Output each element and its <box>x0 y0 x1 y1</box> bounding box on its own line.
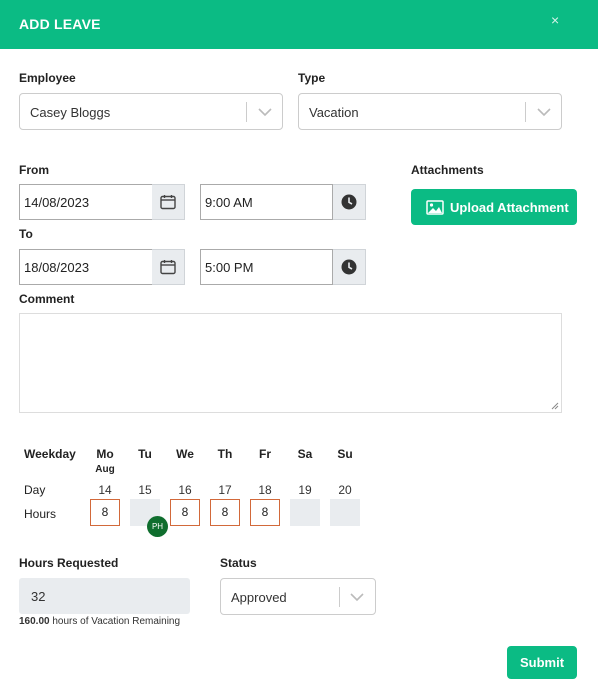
weekday-header-label: Weekday <box>24 447 76 461</box>
upload-attachment-button[interactable]: Upload Attachment <box>411 189 577 225</box>
weekday-th: Th <box>217 447 233 461</box>
weekday-fr: Fr <box>259 447 271 461</box>
to-clock-button[interactable] <box>333 249 366 285</box>
comment-label: Comment <box>19 292 75 306</box>
hours-remaining-note: 160.00 hours of Vacation Remaining <box>19 616 180 627</box>
image-icon <box>426 200 444 215</box>
chevron-down-icon[interactable] <box>258 107 272 117</box>
select-separator <box>339 587 340 607</box>
hours-requested-label: Hours Requested <box>19 556 119 570</box>
clock-icon <box>341 194 357 210</box>
to-date-value: 18/08/2023 <box>24 260 90 275</box>
hours-input-fr[interactable]: 8 <box>250 499 280 526</box>
select-separator <box>246 102 247 122</box>
clock-icon <box>341 259 357 275</box>
to-date-input[interactable]: 18/08/2023 <box>19 249 153 285</box>
day-number: 17 <box>218 483 232 497</box>
chevron-down-icon[interactable] <box>350 592 364 602</box>
to-label: To <box>19 227 33 241</box>
from-clock-button[interactable] <box>333 184 366 220</box>
day-row-label: Day <box>24 483 46 497</box>
hours-requested-value: 32 <box>31 589 46 604</box>
hours-disabled-sa <box>290 499 320 526</box>
weekday-su: Su <box>337 447 353 461</box>
resize-grip-icon[interactable] <box>551 402 559 410</box>
public-holiday-badge: PH <box>147 516 168 537</box>
from-time-input[interactable]: 9:00 AM <box>200 184 333 220</box>
day-number: 16 <box>178 483 192 497</box>
type-select[interactable]: Vacation <box>298 93 562 130</box>
from-date-value: 14/08/2023 <box>24 195 90 210</box>
calendar-icon <box>160 260 176 275</box>
calendar-icon <box>160 195 176 210</box>
status-select[interactable]: Approved <box>220 578 376 615</box>
hours-remaining-text: hours of Vacation Remaining <box>52 616 181 627</box>
from-date-input[interactable]: 14/08/2023 <box>19 184 153 220</box>
weekday-mo: Mo <box>96 447 114 461</box>
from-label: From <box>19 163 49 177</box>
hours-input-th[interactable]: 8 <box>210 499 240 526</box>
day-number: 14 <box>98 483 112 497</box>
hours-disabled-su <box>330 499 360 526</box>
attachments-label: Attachments <box>411 163 484 177</box>
hours-row-label: Hours <box>24 507 57 521</box>
day-number: 20 <box>338 483 352 497</box>
hours-requested-field: 32 <box>19 578 190 614</box>
weekday-sa: Sa <box>297 447 313 461</box>
type-label: Type <box>298 71 326 85</box>
to-time-value: 5:00 PM <box>205 260 254 275</box>
hours-input-we[interactable]: 8 <box>170 499 200 526</box>
hours-remaining-amount: 160.00 <box>19 616 50 627</box>
day-number: 15 <box>138 483 152 497</box>
type-value: Vacation <box>309 105 359 120</box>
modal-header: ADD LEAVE × <box>0 0 598 49</box>
day-number: 18 <box>258 483 272 497</box>
chevron-down-icon[interactable] <box>537 107 551 117</box>
submit-label: Submit <box>519 655 565 670</box>
to-time-input[interactable]: 5:00 PM <box>200 249 333 285</box>
day-number: 19 <box>298 483 312 497</box>
modal-title: ADD LEAVE <box>19 16 101 32</box>
submit-button[interactable]: Submit <box>507 646 577 679</box>
select-separator <box>525 102 526 122</box>
comment-textarea[interactable] <box>19 313 562 413</box>
to-calendar-button[interactable] <box>152 249 185 285</box>
weekday-we: We <box>176 447 194 461</box>
employee-value: Casey Bloggs <box>30 105 111 120</box>
employee-label: Employee <box>19 71 76 85</box>
close-icon[interactable]: × <box>551 12 559 28</box>
employee-select[interactable]: Casey Bloggs <box>19 93 283 130</box>
from-time-value: 9:00 AM <box>205 195 253 210</box>
month-label: Aug <box>95 464 115 475</box>
hours-input-mo[interactable]: 8 <box>90 499 120 526</box>
status-value: Approved <box>231 590 287 605</box>
weekday-tu: Tu <box>138 447 152 461</box>
upload-attachment-label: Upload Attachment <box>450 200 569 215</box>
from-calendar-button[interactable] <box>152 184 185 220</box>
status-label: Status <box>220 556 257 570</box>
